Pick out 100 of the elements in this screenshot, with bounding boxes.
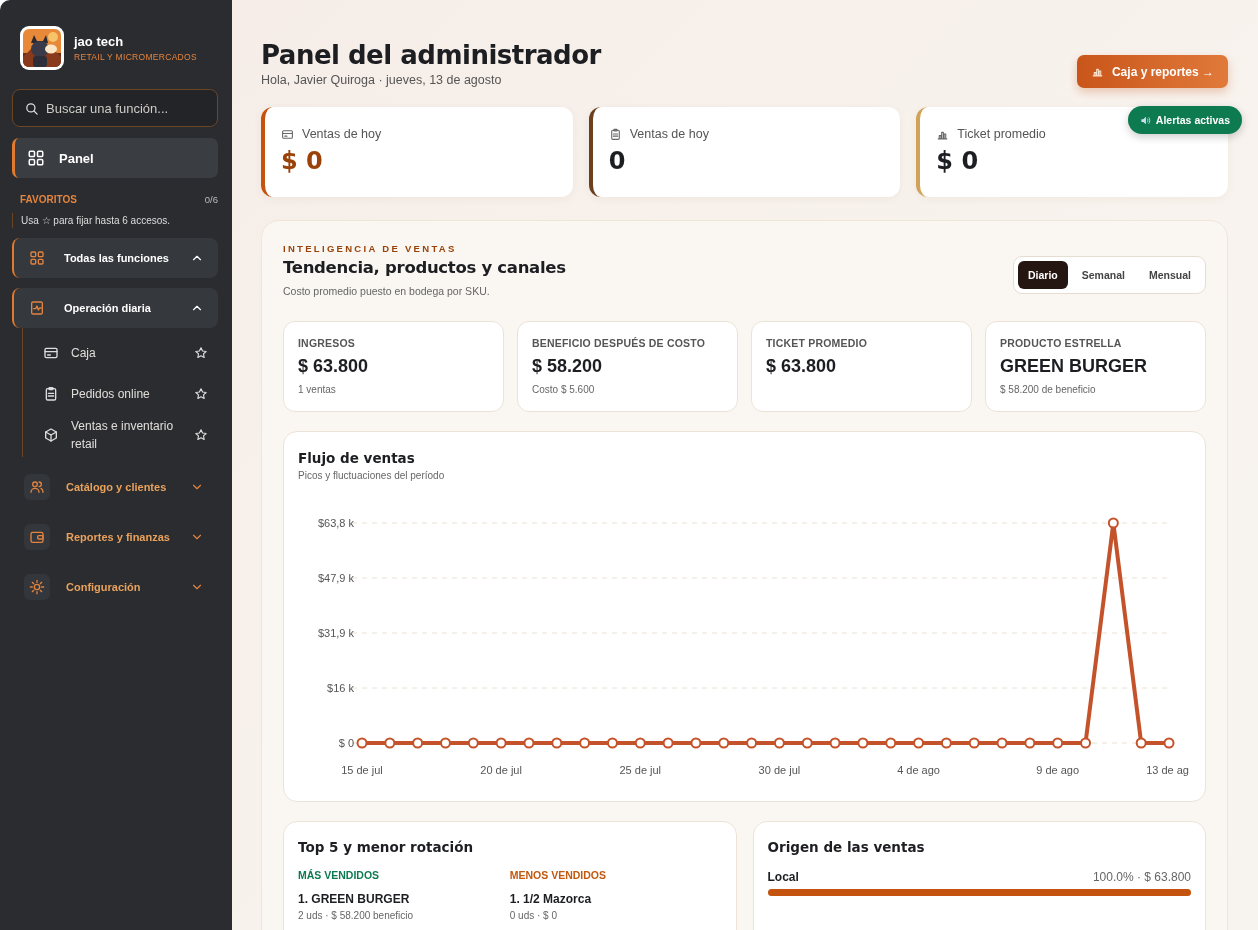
product-detail: 2 uds · $ 58.200 beneficio [298, 910, 415, 921]
alerts-badge[interactable]: Alertas activas [1127, 106, 1242, 134]
metric-label: BENEFICIO DESPUÉS DE COSTO [532, 337, 707, 349]
sidebar-item[interactable]: Ventas e inventario retail [23, 414, 218, 455]
sun-icon [29, 579, 45, 595]
section-title: Tendencia, productos y canales [283, 258, 566, 277]
card-title: Origen de las ventas [767, 839, 926, 855]
data-point [523, 737, 535, 749]
axis-label: 25 de jul [619, 764, 662, 776]
axis-label: $63,8 k [317, 517, 354, 529]
grid-icon [27, 149, 45, 167]
data-point [801, 737, 813, 749]
section-eyebrow: INTELIGENCIA DE VENTAS [283, 243, 458, 254]
data-point [579, 737, 591, 749]
axis-label: 20 de jul [480, 764, 522, 776]
reports-button[interactable]: Caja y reportes → [1076, 55, 1228, 88]
data-point [384, 737, 396, 749]
data-point [356, 737, 368, 749]
sidebar-group[interactable]: Todas las funciones [12, 238, 218, 278]
metric-value: $ 63.800 [766, 356, 838, 377]
speaker-icon [1139, 114, 1151, 126]
sidebar-group[interactable]: Catálogo y clientes [12, 467, 218, 507]
stat-label: Ticket promedio [957, 127, 1046, 141]
data-point [940, 737, 952, 749]
data-point [551, 737, 563, 749]
search-icon [24, 101, 39, 116]
stat-value: $ 0 [281, 147, 324, 175]
wallet-icon [29, 529, 45, 545]
axis-label: $47,9 k [317, 572, 354, 584]
data-point [773, 737, 785, 749]
section-subtitle: Costo promedio puesto en bodega por SKU. [283, 285, 491, 297]
card-icon [281, 127, 294, 141]
data-point [1107, 517, 1119, 529]
data-point [1024, 737, 1036, 749]
data-point [913, 737, 925, 749]
box-icon [43, 426, 59, 443]
data-point [1163, 737, 1175, 749]
axis-label: 15 de jul [341, 764, 383, 776]
period-tab[interactable]: Mensual [1139, 261, 1201, 289]
brand-name: jao tech [74, 34, 125, 49]
data-point [412, 737, 424, 749]
axis-label: $16 k [327, 682, 354, 694]
data-point [746, 737, 758, 749]
metric-note: $ 58.200 de beneficio [1000, 384, 1097, 395]
axis-label: 30 de jul [758, 764, 801, 776]
metric-value: GREEN BURGER [1000, 356, 1148, 377]
data-point [857, 737, 869, 749]
axis-label: $ 0 [338, 737, 354, 749]
chart-title: Flujo de ventas [298, 450, 416, 466]
stat-label: Ventas de hoy [302, 127, 382, 141]
sidebar-item[interactable]: Caja [23, 332, 218, 373]
period-tab[interactable]: Diario [1018, 261, 1068, 289]
metric-note: Costo $ 5.600 [532, 384, 596, 395]
clipboard-icon [608, 127, 622, 141]
data-point [606, 737, 618, 749]
product-name: 1. GREEN BURGER [298, 892, 411, 906]
sidebar-group[interactable]: Configuración [12, 567, 218, 607]
data-point [662, 737, 674, 749]
sidebar-group[interactable]: Operación diaria [12, 288, 218, 328]
data-point [885, 737, 897, 749]
activity-icon [29, 300, 45, 316]
axis-label: 9 de ago [1036, 764, 1080, 776]
data-point [1080, 737, 1091, 749]
stat-value: $ 0 [936, 147, 980, 175]
axis-label: 4 de ago [897, 764, 940, 776]
axis-label: 13 de ag [1146, 764, 1189, 776]
grid-icon [29, 250, 45, 266]
data-point [1052, 737, 1064, 749]
data-point [718, 737, 730, 749]
metric-value: $ 58.200 [532, 356, 604, 377]
data-point [690, 737, 702, 749]
list-heading: MÁS VENDIDOS [298, 869, 381, 881]
data-point [996, 737, 1008, 749]
data-point [968, 737, 980, 749]
metric-value: $ 63.800 [298, 356, 370, 377]
metric-label: INGRESOS [298, 337, 357, 349]
channel-reading: 100.0% · $ 63.800 [1092, 870, 1191, 884]
sidebar-item[interactable]: Pedidos online [23, 373, 218, 414]
favorites-count: 0/6 [204, 194, 218, 205]
chart-subtitle: Picos y fluctuaciones del período [298, 470, 446, 481]
list-heading: MENOS VENDIDOS [509, 869, 607, 881]
product-detail: 0 uds · $ 0 [509, 910, 558, 921]
metric-label: PRODUCTO ESTRELLA [1000, 337, 1123, 349]
data-point [495, 737, 507, 749]
brand-tagline: RETAIL Y MICROMERCADOS [74, 52, 197, 62]
sidebar-item[interactable]: Panel [12, 138, 218, 178]
favorites-hint: Usa ☆ para fijar hasta 6 accesos. [12, 213, 218, 228]
axis-label: $31,9 k [317, 627, 354, 639]
channel-name: Local [767, 870, 799, 884]
stat-value: 0 [608, 147, 627, 175]
stat-label: Ventas de hoy [629, 127, 709, 141]
product-name: 1. 1/2 Mazorca [509, 892, 593, 906]
sidebar-group[interactable]: Reportes y finanzas [12, 517, 218, 557]
data-point [829, 737, 841, 749]
page-title: Panel del administrador [261, 40, 601, 70]
period-tab[interactable]: Semanal [1071, 261, 1135, 289]
greeting-text: Hola, Javier Quiroga · jueves, 13 de agosto [261, 73, 503, 87]
data-point [634, 737, 646, 749]
metric-label: TICKET PROMEDIO [766, 337, 868, 349]
search-field[interactable]: Buscar una función... [12, 89, 218, 127]
